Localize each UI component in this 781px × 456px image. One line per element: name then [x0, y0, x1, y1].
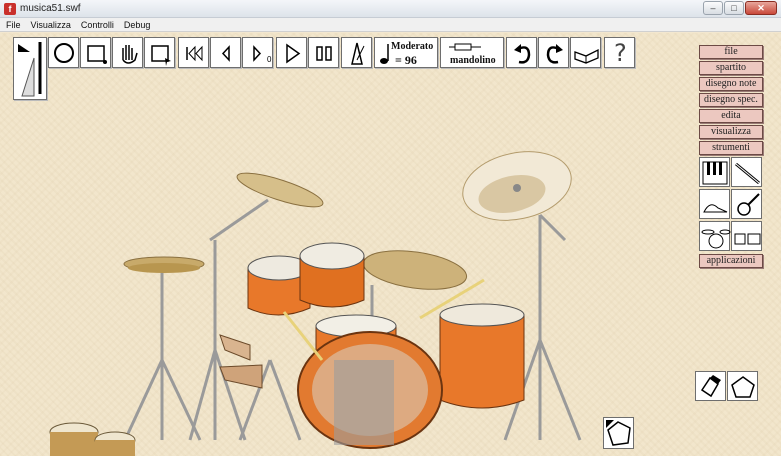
- play-button[interactable]: [276, 37, 307, 68]
- side-menu-edita[interactable]: edita: [699, 109, 763, 123]
- drum-kit-icon[interactable]: [699, 221, 731, 251]
- flash-app-window: f musica51.swf – □ ✕ File Visualizza Con…: [0, 0, 781, 456]
- metronome-icon[interactable]: [341, 37, 372, 68]
- help-icon: ?: [614, 39, 627, 67]
- pentagon-tool-button[interactable]: [727, 371, 758, 401]
- side-menu-disegno-spec[interactable]: disegno spec.: [699, 93, 763, 107]
- pause-button[interactable]: [308, 37, 339, 68]
- selection-button[interactable]: [144, 37, 175, 68]
- tempo-display[interactable]: Moderato = 96: [374, 37, 438, 68]
- eraser-tool-button[interactable]: [695, 371, 726, 401]
- record-button[interactable]: [48, 37, 79, 68]
- rewind-button[interactable]: [178, 37, 209, 68]
- undo-icon[interactable]: [506, 37, 537, 68]
- side-menu-disegno-note[interactable]: disegno note: [699, 77, 763, 91]
- step-counter: 0: [267, 55, 272, 64]
- redo-icon[interactable]: [538, 37, 569, 68]
- hand-icon[interactable]: [112, 37, 143, 68]
- step-forward-button[interactable]: 0: [242, 37, 273, 68]
- tempo-label: Moderato: [391, 41, 434, 52]
- guitar-icon[interactable]: [731, 189, 762, 219]
- book-icon[interactable]: [570, 37, 601, 68]
- pentagon-shape-button[interactable]: [603, 417, 634, 449]
- cowbells: [219, 334, 263, 389]
- flute-icon[interactable]: [731, 157, 762, 187]
- side-menu-file[interactable]: file: [699, 45, 763, 59]
- instrument-display[interactable]: mandolino: [440, 37, 504, 68]
- note-select-button[interactable]: [80, 37, 111, 68]
- instrument-label: mandolino: [450, 55, 496, 66]
- bongos: [49, 422, 136, 456]
- step-back-button[interactable]: [210, 37, 241, 68]
- percussion-icon[interactable]: [731, 221, 762, 251]
- side-menu-visualizza[interactable]: visualizza: [699, 125, 763, 139]
- harp-icon[interactable]: [699, 189, 730, 219]
- side-menu-applicazioni[interactable]: applicazioni: [699, 254, 763, 268]
- side-menu-strumenti[interactable]: strumenti: [699, 141, 763, 155]
- piano-icon[interactable]: [699, 157, 730, 187]
- bass-drum: [297, 331, 443, 449]
- help-button[interactable]: ?: [604, 37, 635, 68]
- volume-slider[interactable]: [13, 37, 47, 100]
- side-menu-spartito[interactable]: spartito: [699, 61, 763, 75]
- tempo-value: = 96: [395, 53, 417, 67]
